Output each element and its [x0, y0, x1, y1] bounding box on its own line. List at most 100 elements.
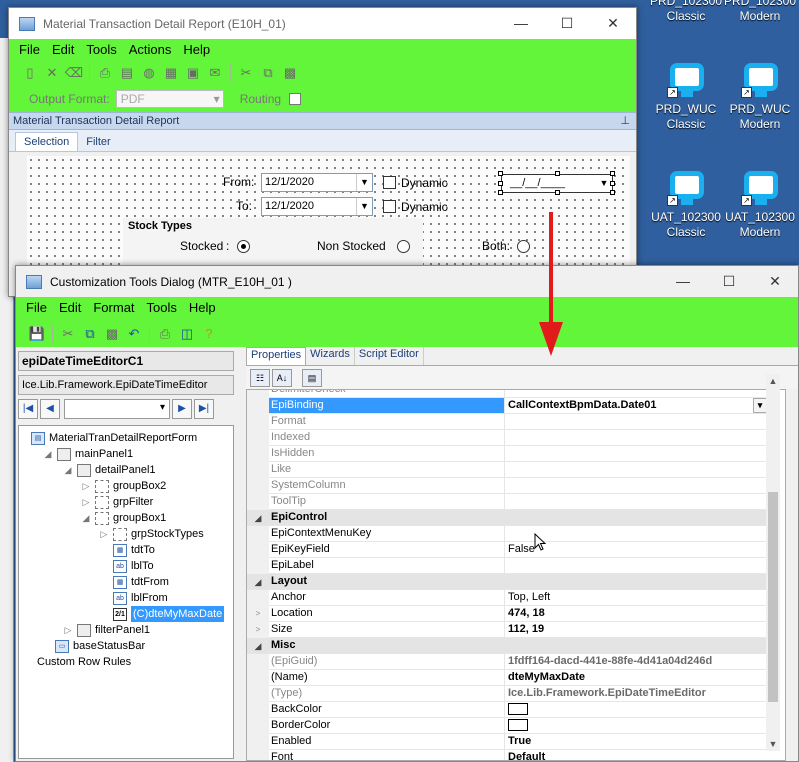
resize-handle[interactable] [610, 181, 615, 186]
property-row[interactable]: EpiContextMenuKey [247, 526, 767, 542]
undo-icon[interactable]: ↶ [123, 324, 145, 344]
maximize-icon[interactable]: ☐ [544, 8, 590, 39]
tree-node[interactable]: ▦ tdtTo [99, 542, 155, 558]
mail-icon[interactable]: ✉ [204, 63, 226, 83]
resize-handle[interactable] [555, 171, 560, 176]
routing-checkbox[interactable] [289, 93, 302, 105]
collapse-icon[interactable]: ◢ [247, 510, 269, 526]
paste-icon[interactable]: ▩ [101, 324, 123, 344]
tab-selection[interactable]: Selection [15, 132, 79, 151]
output-format-select[interactable]: PDF [115, 90, 224, 108]
expander-icon[interactable]: ◢ [81, 510, 91, 526]
menu-tools[interactable]: Tools [86, 42, 116, 57]
collapse-icon[interactable]: ◢ [247, 638, 269, 654]
tree-node[interactable]: ▷ grpFilter [81, 494, 153, 510]
property-value[interactable] [505, 462, 767, 477]
expand-icon[interactable]: > [247, 622, 269, 638]
property-row[interactable]: Font Default [247, 750, 767, 760]
previous-control-icon[interactable]: ◀ [40, 399, 60, 419]
tab-filter[interactable]: Filter [78, 133, 118, 151]
tab-wizards[interactable]: Wizards [306, 347, 355, 365]
property-value[interactable] [505, 718, 767, 733]
help-icon[interactable]: ? [198, 324, 220, 344]
menu-tools[interactable]: Tools [147, 300, 177, 315]
control-tree[interactable]: ▤ MaterialTranDetailReportForm ◢ mainPanel1… [18, 425, 234, 759]
stocked-radio[interactable] [237, 240, 250, 253]
property-value[interactable] [505, 702, 767, 717]
tree-node[interactable]: ab lblTo [99, 558, 154, 574]
print-icon[interactable]: ⎙ [94, 63, 116, 83]
property-row[interactable]: BackColor [247, 702, 767, 718]
menu-edit[interactable]: Edit [52, 42, 74, 57]
to-date-input[interactable]: 12/1/2020 ▼ [261, 197, 373, 216]
from-date-input[interactable]: 12/1/2020 ▼ [261, 173, 373, 192]
control-select[interactable] [64, 399, 170, 419]
property-value[interactable]: 1fdff164-dacd-441e-88fe-4d41a04d246d [505, 654, 767, 669]
property-value[interactable] [505, 494, 767, 509]
pin-icon[interactable]: ⊥ [620, 113, 630, 129]
property-value[interactable]: True [505, 734, 767, 749]
property-value[interactable] [505, 414, 767, 429]
both-radio[interactable] [517, 240, 530, 253]
property-row[interactable]: (Name) dteMyMaxDate [247, 670, 767, 686]
menu-file[interactable]: File [26, 300, 47, 315]
tree-node[interactable]: ▷ groupBox2 [81, 478, 166, 494]
property-grid[interactable]: DelimiterCheck EpiBinding CallContextBpmDa… [246, 389, 786, 761]
copy-icon[interactable]: ⧉ [257, 63, 279, 83]
first-control-icon[interactable]: |◀ [18, 399, 38, 419]
menu-help[interactable]: Help [189, 300, 216, 315]
customization-dialog[interactable]: Customization Tools Dialog (MTR_E10H_01 … [15, 265, 799, 762]
print-preview-icon[interactable]: ▤ [116, 63, 138, 83]
expander-icon[interactable]: ▷ [81, 494, 91, 510]
property-value[interactable] [505, 558, 767, 573]
resize-handle[interactable] [555, 190, 560, 195]
chevron-down-icon[interactable]: ▼ [356, 174, 372, 191]
maximize-icon[interactable]: ☐ [706, 266, 752, 297]
tree-node[interactable]: ▦ tdtFrom [99, 574, 169, 590]
copy-icon[interactable]: ⧉ [79, 324, 101, 344]
last-control-icon[interactable]: ▶| [194, 399, 214, 419]
menu-help[interactable]: Help [183, 42, 210, 57]
property-row[interactable]: EpiBinding CallContextBpmData.Date01 ▾ [247, 398, 767, 414]
property-row[interactable]: BorderColor [247, 718, 767, 734]
desktop-shortcut-uat-classic[interactable]: ↗ UAT_102300 Classic [648, 168, 724, 240]
resize-handle[interactable] [498, 181, 503, 186]
scroll-up-icon[interactable]: ▲ [766, 374, 780, 388]
print-preview-icon[interactable]: ◫ [176, 324, 198, 344]
from-dynamic-checkbox[interactable] [383, 176, 396, 189]
resize-handle[interactable] [498, 171, 503, 176]
report-window[interactable]: Material Transaction Detail Report (E10H… [8, 7, 637, 297]
property-row[interactable]: Enabled True [247, 734, 767, 750]
property-row[interactable]: Indexed [247, 430, 767, 446]
property-value[interactable] [505, 446, 767, 461]
tree-node[interactable]: Custom Row Rules [37, 654, 131, 670]
new-icon[interactable]: ▯ [19, 63, 41, 83]
cut-icon[interactable]: ✂ [235, 63, 257, 83]
property-row[interactable]: (Type) Ice.Lib.Framework.EpiDateTimeEdito… [247, 686, 767, 702]
sort-alphabetical-icon[interactable]: A↓ [272, 368, 292, 387]
desktop-shortcut-prd-wuc-classic[interactable]: ↗ PRD_WUC Classic [648, 60, 724, 132]
resize-handle[interactable] [610, 190, 615, 195]
tree-node[interactable]: 2/1 (C)dteMyMaxDate [99, 606, 225, 622]
desktop-shortcut-prd-wuc-modern[interactable]: ↗ PRD_WUC Modern [722, 60, 798, 132]
eraser-icon[interactable]: ⌫ [63, 63, 85, 83]
collapse-icon[interactable]: ◢ [247, 574, 269, 590]
expander-icon[interactable]: ▷ [81, 478, 91, 494]
property-category[interactable]: ◢ EpiControl [247, 510, 767, 526]
property-value[interactable]: Default [505, 750, 767, 760]
cut-icon[interactable]: ✂ [57, 324, 79, 344]
close-icon[interactable]: ✕ [590, 8, 636, 39]
close-icon[interactable]: ✕ [752, 266, 798, 297]
delete-icon[interactable]: ✕ [41, 63, 63, 83]
property-row[interactable]: (EpiGuid) 1fdff164-dacd-441e-88fe-4d41a04… [247, 654, 767, 670]
to-dynamic-checkbox[interactable] [383, 200, 396, 213]
property-row[interactable]: Anchor Top, Left [247, 590, 767, 606]
dialog-titlebar[interactable]: Customization Tools Dialog (MTR_E10H_01 … [16, 266, 798, 297]
save-icon[interactable]: 💾 [26, 324, 48, 344]
tree-node[interactable]: ◢ detailPanel1 [63, 462, 156, 478]
tab-script-editor[interactable]: Script Editor [355, 347, 424, 365]
property-category[interactable]: ◢ Misc [247, 638, 767, 654]
property-grid-scrollbar[interactable]: ▲ ▼ [766, 374, 780, 751]
property-row[interactable]: Format [247, 414, 767, 430]
property-value[interactable]: Ice.Lib.Framework.EpiDateTimeEditor [505, 686, 767, 701]
